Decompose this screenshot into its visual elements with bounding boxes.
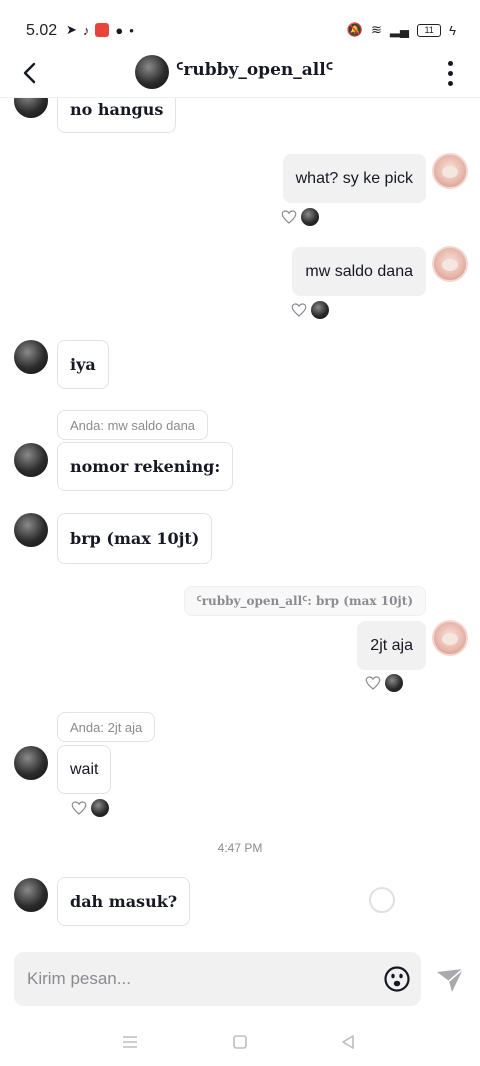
message-incoming[interactable]: nomor rekening: [57, 442, 234, 491]
avatar[interactable] [432, 246, 468, 282]
menu-nav-button[interactable] [120, 1032, 140, 1052]
status-system-icons: 🔕 ≋ ▂▄ 11 ϟ [347, 22, 456, 38]
message-reactions[interactable] [280, 208, 319, 226]
message-outgoing[interactable]: 2jt aja [357, 621, 426, 670]
avatar[interactable] [432, 620, 468, 656]
message-text: wait [70, 760, 99, 778]
message-incoming[interactable]: brp (max 10jt) [57, 513, 213, 564]
header-avatar[interactable] [135, 55, 169, 89]
send-icon[interactable] [434, 964, 466, 996]
message-reactions[interactable] [290, 301, 329, 319]
avatar[interactable] [14, 443, 48, 477]
back-button[interactable] [14, 58, 44, 88]
heart-icon[interactable] [290, 301, 308, 319]
avatar[interactable] [14, 878, 48, 912]
system-nav-bar [0, 1020, 480, 1066]
reply-text: Anda: mw saldo dana [70, 417, 196, 433]
telegram-icon: ➤ [66, 22, 77, 37]
message-text: what? sy ke pick [295, 169, 413, 187]
signal-icon: ▂▄ [389, 22, 410, 37]
message-incoming[interactable]: no hangus [57, 98, 177, 133]
more-options-button[interactable] [438, 58, 462, 88]
message-reactions[interactable] [70, 799, 109, 817]
heart-icon[interactable] [364, 674, 382, 692]
reaction-avatar [91, 799, 109, 817]
app-notification-icon [95, 23, 110, 37]
back-triangle-icon [342, 1035, 354, 1049]
message-text: mw saldo dana [305, 262, 413, 280]
message-outgoing[interactable]: what? sy ke pick [282, 154, 426, 203]
home-nav-button[interactable] [230, 1032, 250, 1052]
message-input[interactable]: Kirim pesan... [27, 969, 131, 989]
avatar[interactable] [14, 513, 48, 547]
avatar[interactable] [14, 746, 48, 780]
silent-icon: 🔕 [346, 22, 363, 37]
message-text: 2jt aja [370, 636, 413, 654]
dot-icon: • [129, 22, 134, 38]
message-incoming[interactable]: dah masuk? [57, 877, 191, 926]
reply-reference[interactable]: Anda: 2jt aja [57, 712, 156, 742]
avatar[interactable] [14, 98, 48, 118]
message-text: brp (max 10jt) [70, 529, 200, 548]
home-square-icon [233, 1035, 247, 1049]
status-notification-icons: ➤ ♪ ● • [66, 22, 134, 38]
message-incoming[interactable]: iya [57, 340, 109, 389]
reaction-avatar [311, 301, 329, 319]
menu-icon [123, 1036, 137, 1048]
more-vertical-icon [447, 60, 453, 66]
loading-spinner-icon [369, 887, 395, 913]
back-nav-button[interactable] [338, 1032, 358, 1052]
heart-icon[interactable] [280, 208, 298, 226]
message-text: dah masuk? [70, 892, 178, 911]
emoji-icon[interactable] [383, 965, 411, 993]
message-text: nomor rekening: [70, 457, 221, 476]
wifi-icon: ≋ [370, 22, 382, 37]
charging-icon: ϟ [449, 22, 456, 38]
chat-icon: ● [115, 22, 124, 38]
chat-header: ᑦrubby_open_allᑦ [0, 50, 480, 98]
reaction-avatar [385, 674, 403, 692]
message-outgoing[interactable]: mw saldo dana [292, 247, 426, 296]
time-divider: 4:47 PM [217, 841, 263, 855]
message-incoming[interactable]: wait [57, 745, 112, 794]
tiktok-icon: ♪ [82, 22, 90, 38]
message-list[interactable]: no hangus what? sy ke pick mw saldo dana… [0, 98, 480, 948]
reply-reference[interactable]: Anda: mw saldo dana [57, 410, 209, 440]
heart-icon[interactable] [70, 799, 88, 817]
chevron-left-icon [23, 62, 36, 84]
message-reactions[interactable] [364, 674, 403, 692]
status-time: 5.02 [26, 22, 58, 39]
reply-text: Anda: 2jt aja [70, 719, 143, 735]
avatar[interactable] [432, 153, 468, 189]
chat-title[interactable]: ᑦrubby_open_allᑦ [176, 60, 333, 80]
avatar[interactable] [14, 340, 48, 374]
battery-icon: 11 [417, 23, 442, 37]
reply-reference[interactable]: ᑦrubby_open_allᑦ: brp (max 10jt) [183, 586, 426, 616]
message-text: no hangus [70, 100, 164, 119]
message-text: iya [70, 355, 96, 374]
message-input-container[interactable]: Kirim pesan... [14, 952, 421, 1006]
reply-text: ᑦrubby_open_allᑦ: brp (max 10jt) [196, 594, 414, 608]
reaction-avatar [301, 208, 319, 226]
